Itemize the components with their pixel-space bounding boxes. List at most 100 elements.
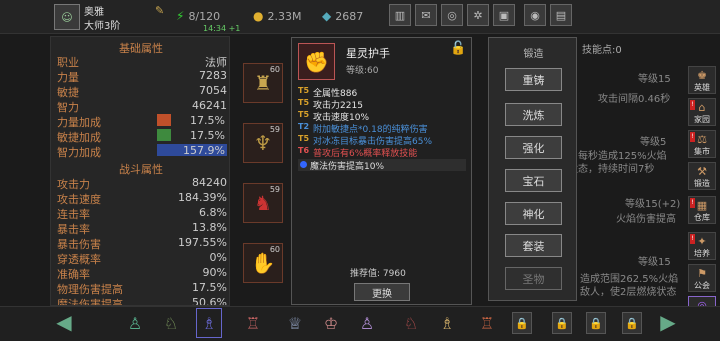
gem-button[interactable]: 宝石 — [505, 169, 562, 192]
lock-icon: 🔒 — [622, 312, 642, 334]
hero-slot[interactable]: ♙ — [122, 308, 148, 338]
skill-level: 等级15(+2) — [625, 199, 681, 210]
stamina-timer: 14:34 +1 — [203, 24, 241, 33]
attr-row: 力量加成 17.5% — [57, 114, 227, 129]
sidebar-item-forge[interactable]: ⚒ 锻造 — [688, 162, 716, 190]
hero-slot[interactable]: ♘ — [158, 308, 184, 338]
attr-label: 职业 — [57, 56, 79, 69]
attr-value: 法师 — [205, 56, 227, 69]
stamina-stat: ⚡ 8/120 — [176, 9, 220, 23]
hero-slot[interactable]: ♖ — [474, 308, 500, 338]
equip-slot-armor[interactable]: 60 ♜ — [243, 63, 283, 103]
attr-value: 17.5% — [190, 114, 225, 127]
guild-icon: ⚑ — [697, 267, 707, 280]
ranking-icon[interactable]: ▤ — [550, 4, 572, 26]
sidebar-item-guild[interactable]: ⚑ 公会 — [688, 264, 716, 292]
diamond-value: 2687 — [335, 9, 364, 23]
alert-badge: ! — [690, 100, 695, 110]
enhance-button[interactable]: 强化 — [505, 136, 562, 159]
affix-tier: T6 — [298, 146, 310, 155]
attr-value: 90% — [202, 266, 227, 279]
sidebar-item-home[interactable]: ! ⌂ 家园 — [688, 98, 716, 126]
equip-slot-boots[interactable]: 59 ♞ — [243, 183, 283, 223]
mail-icon[interactable]: ✉ — [415, 4, 437, 26]
forge-panel: 锻造 重铸 洗炼 强化 宝石 神化 套装 圣物 — [488, 37, 577, 301]
stamina-value: 8/120 — [188, 9, 221, 23]
next-page-icon[interactable]: ▶ — [654, 308, 682, 336]
slot-level: 59 — [269, 125, 280, 134]
hero-slot[interactable]: ♕ — [282, 308, 308, 338]
attr-row: 连击率 6.8% — [57, 206, 227, 221]
sidebar-item-train[interactable]: ! ✦ 培养 — [688, 232, 716, 260]
attr-label: 攻击力 — [57, 178, 90, 191]
game-screen: ☺ 奥雅 大师3阶 ✎ ⚡ 8/120 14:34 +1 ● 2.33M ◆ 2687… — [0, 0, 720, 341]
lock-icon: 🔒 — [512, 312, 532, 334]
skill-points: 技能点:0 — [582, 45, 622, 56]
hero-slot[interactable]: ♙ — [354, 308, 380, 338]
sidebar-label: 集市 — [694, 147, 710, 156]
gem-affix: 魔法伤害提高10% — [298, 159, 466, 172]
skill-desc: 火焰伤害提高 — [616, 214, 676, 225]
gem-icon — [300, 161, 307, 168]
item-level: 等级:60 — [346, 66, 379, 76]
diamond-icon: ◆ — [322, 9, 332, 23]
affix-text: 对冰冻目标暴击伤害提高65% — [313, 137, 433, 147]
equip-slot-amulet[interactable]: 59 ♆ — [243, 123, 283, 163]
attr-row: 敏捷 7054 — [57, 84, 227, 99]
refine-button[interactable]: 洗炼 — [505, 103, 562, 126]
attr-row: 暴击率 13.8% — [57, 221, 227, 236]
hero-slot-selected[interactable]: ♗ — [196, 308, 222, 338]
prev-page-icon[interactable]: ◀ — [50, 308, 78, 336]
attr-label: 力量 — [57, 71, 79, 84]
gamepad-icon[interactable]: ◎ — [441, 4, 463, 26]
attr-label: 穿透概率 — [57, 253, 101, 266]
gift-icon[interactable]: ▣ — [493, 4, 515, 26]
gauntlet-icon: ✊ — [298, 43, 335, 80]
sidebar-item-market[interactable]: ! ⚖ 集市 — [688, 130, 716, 158]
affix-tier: T5 — [298, 134, 310, 143]
affix-text: 攻击力2215 — [313, 101, 363, 111]
equip-slot-gloves[interactable]: 60 ✋ — [243, 243, 283, 283]
hero-slot[interactable]: ♔ — [318, 308, 344, 338]
event-icon[interactable]: ◉ — [524, 4, 546, 26]
bonus-bar: 17.5% — [157, 129, 227, 142]
attr-label: 暴击率 — [57, 223, 90, 236]
attr-value: 13.8% — [192, 221, 227, 234]
affix-text: 攻击速度10% — [313, 113, 370, 123]
attr-label: 敏捷加成 — [57, 131, 101, 144]
deify-button[interactable]: 神化 — [505, 202, 562, 225]
set-button[interactable]: 套装 — [505, 234, 562, 257]
reforge-button[interactable]: 重铸 — [505, 68, 562, 91]
forge-title: 锻造 — [523, 49, 544, 60]
affix-line: T5 全属性886 — [298, 86, 357, 99]
train-icon: ✦ — [697, 235, 707, 248]
attr-label: 力量加成 — [57, 116, 101, 129]
attr-value: 17.5% — [192, 281, 227, 294]
unlock-icon[interactable]: 🔓 — [450, 41, 466, 56]
attr-value: 7283 — [199, 69, 227, 82]
sidebar-item-hero[interactable]: ♚ 英雄 — [688, 66, 716, 94]
edit-icon[interactable]: ✎ — [155, 4, 164, 17]
recommend-value: 推荐值: 7960 — [350, 269, 406, 279]
affix-text: 附加敏捷点*0.18的纯粹伤害 — [313, 125, 428, 135]
boots-icon: ♞ — [254, 191, 272, 215]
replace-button[interactable]: 更换 — [354, 283, 410, 301]
attr-row: 物理伤害提高 17.5% — [57, 281, 227, 296]
attr-row: 智力加成 157.9% — [57, 144, 227, 159]
settings-icon[interactable]: ✲ — [467, 4, 489, 26]
hero-slot[interactable]: ♘ — [398, 308, 424, 338]
hero-slot[interactable]: ♖ — [240, 308, 266, 338]
skill-desc: 攻击间隔0.46秒 — [598, 94, 671, 105]
skill-level: 等级15 — [638, 257, 671, 268]
relic-button[interactable]: 圣物 — [505, 267, 562, 290]
gold-icon: ● — [253, 9, 264, 23]
sidebar-item-warehouse[interactable]: ! ▦ 仓库 — [688, 196, 716, 224]
attr-value: 6.8% — [199, 206, 227, 219]
armor-icon: ♜ — [254, 71, 272, 95]
shop-icon[interactable]: ▥ — [389, 4, 411, 26]
player-rank: 大师3阶 — [84, 21, 121, 32]
player-avatar[interactable]: ☺ — [54, 4, 80, 30]
attr-value: 84240 — [192, 176, 227, 189]
attr-label: 攻击速度 — [57, 193, 101, 206]
hero-slot[interactable]: ♗ — [434, 308, 460, 338]
